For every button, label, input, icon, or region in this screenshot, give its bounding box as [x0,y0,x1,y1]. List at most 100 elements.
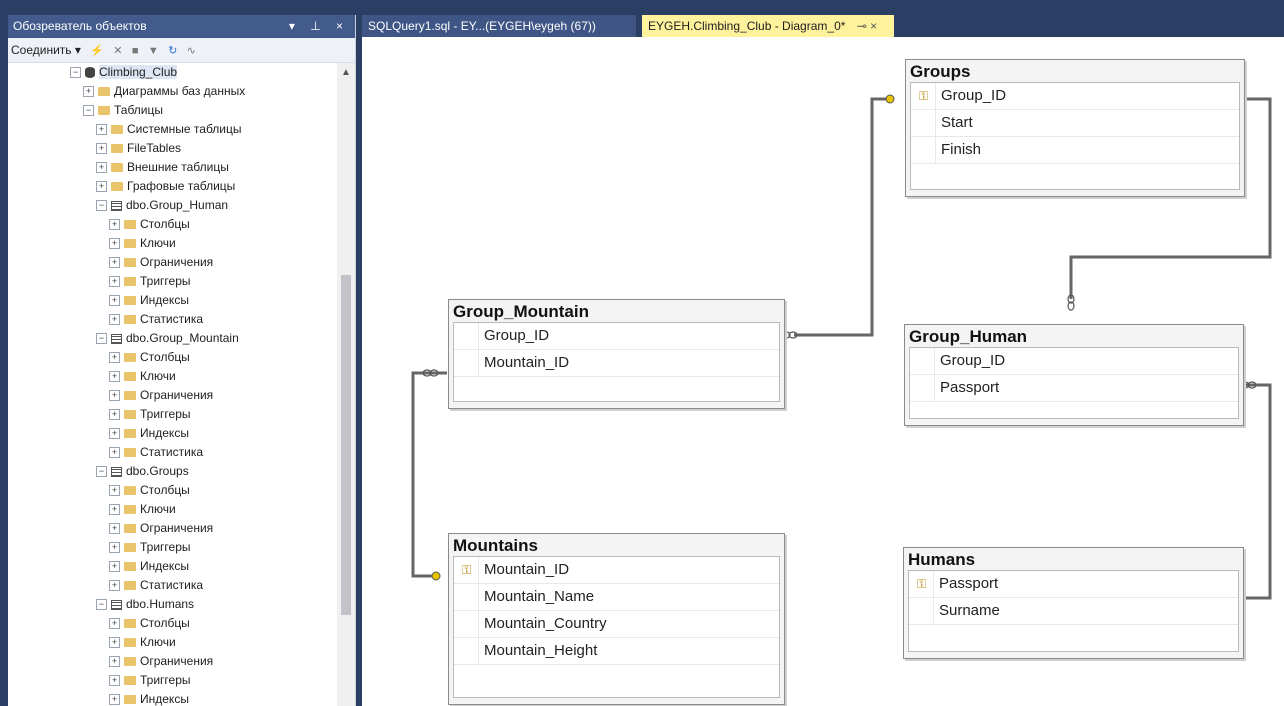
table-title[interactable]: Group_Human [905,325,1243,347]
tree-node[interactable]: + Ключи [8,500,337,519]
expand-icon[interactable]: + [109,409,120,421]
expand-icon[interactable]: + [109,295,120,307]
expand-icon[interactable]: + [109,238,120,250]
column-row[interactable]: ⚿ Passport [909,571,1238,598]
column-row[interactable]: Group_ID [454,323,779,350]
tree-node[interactable]: + Индексы [8,291,337,310]
tree-node[interactable]: + FileTables [8,139,337,158]
expand-icon[interactable]: + [109,523,120,535]
tab-pin-close-controls[interactable]: ⊸ × [857,19,877,33]
expand-icon[interactable]: + [96,181,107,193]
table-title[interactable]: Group_Mountain [449,300,784,322]
tree-node[interactable]: + Ключи [8,367,337,386]
tree-node[interactable]: + Триггеры [8,405,337,424]
column-row[interactable]: Mountain_Height [454,638,779,665]
tree-node[interactable]: + Ограничения [8,253,337,272]
collapse-icon[interactable]: − [96,466,107,478]
tree-node[interactable]: + Столбцы [8,614,337,633]
table-group-mountain[interactable]: Group_Mountain Group_ID Mountain_ID [448,299,785,409]
column-row[interactable]: Mountain_Name [454,584,779,611]
expand-icon[interactable]: + [96,162,107,174]
filter-icon[interactable]: ▼ [148,39,159,63]
column-row[interactable]: Finish [911,137,1239,164]
row-selector[interactable] [454,323,479,349]
tree-node[interactable]: + Ключи [8,234,337,253]
tree-node[interactable]: + Триггеры [8,272,337,291]
connect-button[interactable]: Соединить ▾ [11,43,81,57]
column-row[interactable]: Surname [909,598,1238,625]
expand-icon[interactable]: + [109,257,120,269]
tree-node[interactable]: + Статистика [8,576,337,595]
row-selector[interactable] [454,584,479,610]
activity-monitor-icon[interactable]: ∿ [187,39,196,63]
table-title[interactable]: Mountains [449,534,784,556]
tree-node[interactable]: + Индексы [8,690,337,706]
expand-icon[interactable]: + [109,675,120,687]
tree-node[interactable]: + Индексы [8,557,337,576]
row-selector[interactable] [909,598,934,624]
tab-sql-query[interactable]: SQLQuery1.sql - EY...(EYGEH\eygeh (67)) [362,15,636,37]
table-humans[interactable]: Humans ⚿ Passport Surname [903,547,1244,659]
expand-icon[interactable]: + [109,656,120,668]
column-row[interactable]: Passport [910,375,1238,402]
collapse-icon[interactable]: − [96,200,107,212]
tree-node[interactable]: + Ограничения [8,386,337,405]
diagram-canvas[interactable]: Groups ⚿ Group_ID Start Finish Group_Mountain… [362,37,1284,706]
disconnect-icon[interactable]: ✕ [113,39,122,63]
expand-icon[interactable]: + [83,86,94,98]
table-title[interactable]: Groups [906,60,1244,82]
collapse-icon[interactable]: − [96,599,107,611]
tree-node[interactable]: + Столбцы [8,481,337,500]
table-mountains[interactable]: Mountains ⚿ Mountain_ID Mountain_Name Mounta… [448,533,785,705]
row-selector[interactable] [454,638,479,664]
column-row[interactable]: Mountain_Country [454,611,779,638]
expand-icon[interactable]: + [109,561,120,573]
expand-icon[interactable]: + [109,580,120,592]
tree-node[interactable]: + Статистика [8,310,337,329]
tree-node[interactable]: + Статистика [8,443,337,462]
column-row[interactable]: ⚿ Group_ID [911,83,1239,110]
column-row[interactable]: ⚿ Mountain_ID [454,557,779,584]
expand-icon[interactable]: + [109,485,120,497]
tree-node[interactable]: − dbo.Groups [8,462,337,481]
panel-window-controls[interactable]: ▾ ⊥ × [289,15,349,38]
table-title[interactable]: Humans [904,548,1243,570]
tree-node[interactable]: − Climbing_Club [8,63,337,82]
row-selector[interactable] [911,110,936,136]
column-row[interactable]: Group_ID [910,348,1238,375]
scroll-up-icon[interactable]: ▲ [341,67,351,78]
tree-node[interactable]: + Триггеры [8,538,337,557]
table-groups[interactable]: Groups ⚿ Group_ID Start Finish [905,59,1245,197]
tab-diagram[interactable]: EYGEH.Climbing_Club - Diagram_0* ⊸ × [642,15,894,37]
collapse-icon[interactable]: − [96,333,107,345]
row-selector[interactable] [454,350,479,376]
tree-node[interactable]: + Системные таблицы [8,120,337,139]
expand-icon[interactable]: + [109,276,120,288]
table-group-human[interactable]: Group_Human Group_ID Passport [904,324,1244,426]
collapse-icon[interactable]: − [70,67,81,79]
expand-icon[interactable]: + [109,637,120,649]
tree-node[interactable]: + Столбцы [8,215,337,234]
tree-node[interactable]: + Внешние таблицы [8,158,337,177]
expand-icon[interactable]: + [96,143,107,155]
tree-node[interactable]: − dbo.Group_Mountain [8,329,337,348]
expand-icon[interactable]: + [109,618,120,630]
tree-node[interactable]: + Графовые таблицы [8,177,337,196]
row-selector[interactable] [910,375,935,401]
expand-icon[interactable]: + [109,314,120,326]
expand-icon[interactable]: + [109,371,120,383]
tree-node[interactable]: + Ограничения [8,652,337,671]
expand-icon[interactable]: + [109,219,120,231]
tree-node[interactable]: + Диаграммы баз данных [8,82,337,101]
row-selector[interactable] [911,137,936,163]
expand-icon[interactable]: + [109,694,120,706]
row-selector[interactable] [454,611,479,637]
tree-node[interactable]: − dbo.Humans [8,595,337,614]
refresh-icon[interactable]: ↻ [168,39,177,63]
tree-scrollbar[interactable]: ▲ [337,63,355,706]
stop-icon[interactable]: ■ [132,39,139,63]
row-selector[interactable] [910,348,935,374]
tree-node[interactable]: + Столбцы [8,348,337,367]
expand-icon[interactable]: + [109,542,120,554]
tree-node[interactable]: + Индексы [8,424,337,443]
